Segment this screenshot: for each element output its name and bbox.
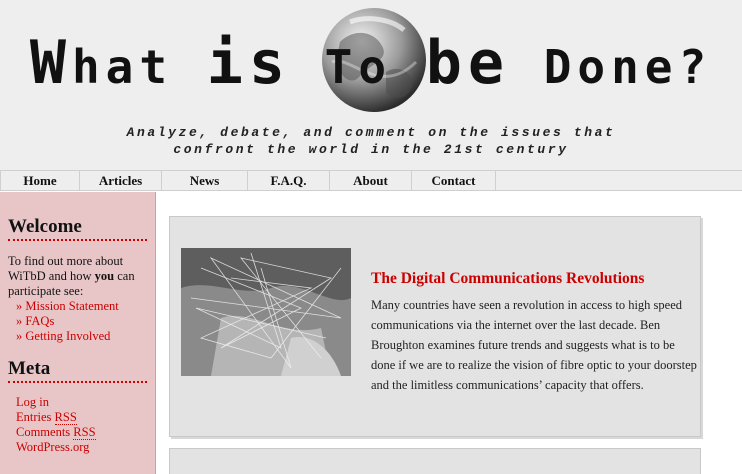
login-link[interactable]: Log in (16, 395, 147, 410)
nav-contact[interactable]: Contact (412, 171, 496, 190)
welcome-text: To find out more about WiTbD and how you… (8, 254, 135, 298)
sidebar: Welcome To find out more about WiTbD and… (0, 192, 156, 474)
nav-faq[interactable]: F.A.Q. (248, 171, 330, 190)
nav-home[interactable]: Home (0, 171, 80, 190)
post-card: The Digital Communications Revolutions M… (169, 216, 701, 437)
nav-news[interactable]: News (162, 171, 248, 190)
nav-about[interactable]: About (330, 171, 412, 190)
meta-heading: Meta (8, 358, 147, 383)
mission-statement-link[interactable]: » Mission Statement (16, 299, 147, 314)
post-excerpt: Many countries have seen a revolution in… (371, 298, 697, 392)
getting-involved-link[interactable]: » Getting Involved (16, 329, 147, 344)
faqs-link[interactable]: » FAQs (16, 314, 147, 329)
comments-rss-link[interactable]: Comments RSS (16, 425, 147, 440)
post-title-link[interactable]: The Digital Communications Revolutions (371, 270, 644, 288)
nav-articles[interactable]: Articles (80, 171, 162, 190)
entries-rss-link[interactable]: Entries RSS (16, 410, 147, 425)
wordpress-link[interactable]: WordPress.org (16, 440, 147, 455)
meta-links: Log in Entries RSS Comments RSS WordPres… (16, 395, 147, 455)
welcome-heading: Welcome (8, 216, 147, 241)
site-header: What is To be Done? Analyze, debate, and… (0, 0, 742, 170)
site-tagline: Analyze, debate, and comment on the issu… (126, 125, 616, 157)
main-nav: Home Articles News F.A.Q. About Contact (0, 170, 742, 191)
site-title[interactable]: What is To be Done? (0, 28, 742, 98)
post-card-second (169, 448, 701, 474)
welcome-links: » Mission Statement » FAQs » Getting Inv… (16, 299, 147, 344)
